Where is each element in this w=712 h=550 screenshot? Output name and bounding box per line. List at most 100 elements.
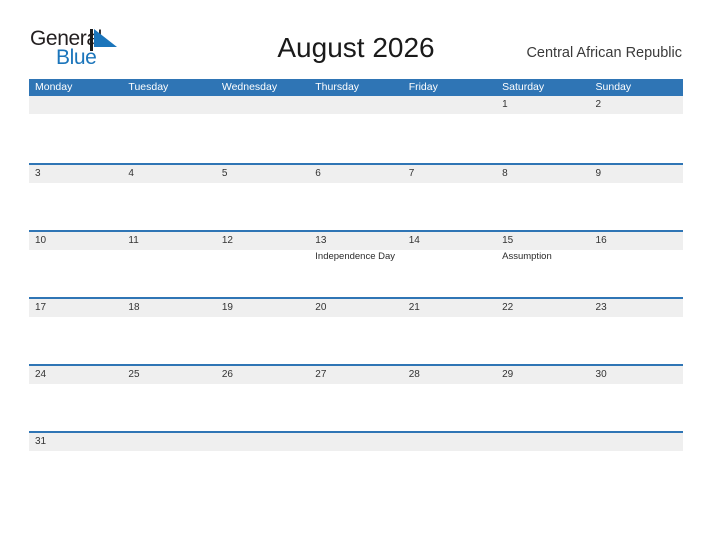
- day-cell[interactable]: [122, 250, 215, 297]
- day-cell[interactable]: [216, 317, 309, 364]
- day-number[interactable]: 24: [29, 366, 122, 384]
- day-number[interactable]: 23: [590, 299, 683, 317]
- day-number[interactable]: 25: [122, 366, 215, 384]
- day-cell[interactable]: [403, 250, 496, 297]
- day-number[interactable]: 21: [403, 299, 496, 317]
- week-row: 3 4 5 6 7 8 9: [29, 163, 683, 230]
- day-number[interactable]: 19: [216, 299, 309, 317]
- day-cell[interactable]: [309, 451, 402, 498]
- day-number[interactable]: [122, 433, 215, 451]
- dow-thursday: Thursday: [315, 81, 360, 93]
- day-number[interactable]: 30: [590, 366, 683, 384]
- day-number[interactable]: 11: [122, 232, 215, 250]
- day-number[interactable]: [309, 96, 402, 114]
- day-cell[interactable]: [403, 384, 496, 431]
- calendar-page: General Blue August 2026 Central African…: [0, 0, 712, 550]
- day-cell[interactable]: Assumption: [496, 250, 589, 297]
- dow-friday: Friday: [408, 81, 438, 93]
- week-bodies: [29, 183, 683, 230]
- day-cell[interactable]: [216, 114, 309, 161]
- day-cell[interactable]: [403, 451, 496, 498]
- day-number[interactable]: [403, 433, 496, 451]
- day-number[interactable]: [309, 433, 402, 451]
- day-cell[interactable]: [29, 250, 122, 297]
- day-cell[interactable]: [309, 114, 402, 161]
- day-number[interactable]: 15: [496, 232, 589, 250]
- day-number[interactable]: 6: [309, 165, 402, 183]
- week-row: 17 18 19 20 21 22 23: [29, 297, 683, 364]
- day-number[interactable]: 12: [216, 232, 309, 250]
- day-number[interactable]: [403, 96, 496, 114]
- page-header: General Blue August 2026 Central African…: [0, 0, 712, 75]
- day-number[interactable]: 29: [496, 366, 589, 384]
- day-number[interactable]: 5: [216, 165, 309, 183]
- day-number[interactable]: 9: [590, 165, 683, 183]
- day-cell[interactable]: [590, 250, 683, 297]
- day-number[interactable]: [590, 433, 683, 451]
- day-cell[interactable]: [29, 451, 122, 498]
- day-cell[interactable]: [590, 317, 683, 364]
- day-number[interactable]: 13: [309, 232, 402, 250]
- day-number[interactable]: 28: [403, 366, 496, 384]
- day-cell[interactable]: [590, 183, 683, 230]
- day-number[interactable]: 10: [29, 232, 122, 250]
- day-cell[interactable]: [309, 317, 402, 364]
- day-number[interactable]: 2: [590, 96, 683, 114]
- day-cell[interactable]: [496, 384, 589, 431]
- day-cell[interactable]: [403, 183, 496, 230]
- day-number[interactable]: 8: [496, 165, 589, 183]
- week-numbers: 10 11 12 13 14 15 16: [29, 232, 683, 250]
- day-cell[interactable]: [590, 384, 683, 431]
- day-number[interactable]: [122, 96, 215, 114]
- day-cell[interactable]: [122, 451, 215, 498]
- day-cell[interactable]: [496, 114, 589, 161]
- day-number[interactable]: 18: [122, 299, 215, 317]
- day-cell[interactable]: [29, 384, 122, 431]
- day-number[interactable]: [29, 96, 122, 114]
- day-cell[interactable]: [29, 317, 122, 364]
- day-cell[interactable]: [590, 451, 683, 498]
- day-number[interactable]: [216, 96, 309, 114]
- day-number[interactable]: 14: [403, 232, 496, 250]
- day-cell[interactable]: [309, 183, 402, 230]
- day-cell[interactable]: [496, 317, 589, 364]
- week-bodies: [29, 317, 683, 364]
- day-number[interactable]: 31: [29, 433, 122, 451]
- day-cell[interactable]: [216, 183, 309, 230]
- day-cell[interactable]: [590, 114, 683, 161]
- day-cell[interactable]: [403, 317, 496, 364]
- week-bodies: [29, 451, 683, 498]
- day-cell[interactable]: [29, 114, 122, 161]
- day-number[interactable]: 17: [29, 299, 122, 317]
- day-cell[interactable]: Independence Day: [309, 250, 402, 297]
- day-cell[interactable]: [216, 451, 309, 498]
- day-number[interactable]: [216, 433, 309, 451]
- day-cell[interactable]: [216, 250, 309, 297]
- day-event: Assumption: [502, 251, 552, 262]
- day-cell[interactable]: [122, 317, 215, 364]
- day-cell[interactable]: [216, 384, 309, 431]
- day-cell[interactable]: [309, 384, 402, 431]
- day-number[interactable]: 16: [590, 232, 683, 250]
- week-row: 24 25 26 27 28 29 30: [29, 364, 683, 431]
- day-number[interactable]: 26: [216, 366, 309, 384]
- day-cell[interactable]: [122, 183, 215, 230]
- day-cell[interactable]: [496, 183, 589, 230]
- day-cell[interactable]: [122, 384, 215, 431]
- dow-wednesday: Wednesday: [221, 81, 278, 93]
- day-number[interactable]: 4: [122, 165, 215, 183]
- week-row: 31: [29, 431, 683, 498]
- day-number[interactable]: 27: [309, 366, 402, 384]
- day-of-week-header: Monday Tuesday Wednesday Thursday Friday…: [29, 79, 683, 96]
- day-cell[interactable]: [122, 114, 215, 161]
- week-row: 1 2: [29, 96, 683, 163]
- day-number[interactable]: 22: [496, 299, 589, 317]
- day-cell[interactable]: [403, 114, 496, 161]
- day-number[interactable]: [496, 433, 589, 451]
- day-cell[interactable]: [496, 451, 589, 498]
- day-number[interactable]: 7: [403, 165, 496, 183]
- day-number[interactable]: 1: [496, 96, 589, 114]
- day-number[interactable]: 3: [29, 165, 122, 183]
- day-cell[interactable]: [29, 183, 122, 230]
- day-number[interactable]: 20: [309, 299, 402, 317]
